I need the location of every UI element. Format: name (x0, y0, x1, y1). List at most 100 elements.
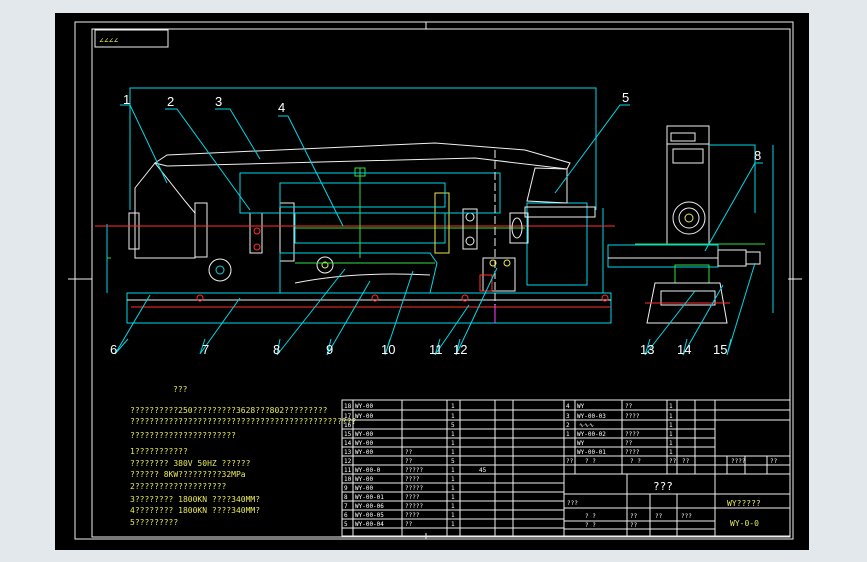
note-line: 1??????????? (130, 447, 188, 456)
bom-cell: WY-00 (355, 440, 373, 447)
bom-cell: 1 (669, 440, 673, 447)
balloon-9: 9 (326, 342, 333, 357)
bom-cell: 1 (669, 422, 673, 429)
bom-cell: WY-00-01 (577, 449, 606, 456)
balloon-13: 13 (640, 342, 654, 357)
balloon-2: 2 (167, 94, 174, 109)
side-window (672, 148, 704, 164)
title-mark: ?? (630, 522, 638, 529)
bom-cell: 11 (344, 467, 352, 474)
bom-cell: 16 (344, 422, 352, 429)
bom-cell: 1 (451, 512, 455, 519)
bom-header-cell: ???? (731, 458, 746, 465)
side-platform (607, 244, 719, 268)
side-assembly (607, 125, 774, 324)
note-line: ??????????250?????????3628???802????????… (130, 406, 328, 415)
side-wheel-hub (684, 213, 694, 223)
title-mark: ? ? (585, 522, 596, 529)
side-top-slot (670, 132, 696, 142)
base-frame (126, 292, 612, 324)
bom-table-left: 18 WY-00 1 17 WY-00 1 16 5 15 WY-00 1 14… (341, 399, 565, 537)
bom-cell: WY-00 (355, 403, 373, 410)
bom-cell: 9 (344, 485, 348, 492)
bom-cell: WY-00-04 (355, 521, 384, 528)
bom-header-cell: ?? (669, 458, 677, 465)
bom-cell: WY-00 (355, 449, 373, 456)
bom-cell: 12 (344, 458, 352, 465)
bom-cell: 8 (344, 494, 348, 501)
bom-cell: 1 (451, 494, 455, 501)
bom-cell: ?? (625, 403, 633, 410)
left-flange (194, 202, 208, 258)
bearing-bolt (465, 236, 475, 246)
title-mark: ? ? (585, 513, 596, 520)
title-mark: ?? (630, 513, 638, 520)
bom-cell: 15 (344, 431, 352, 438)
right-housing (526, 202, 588, 286)
balloon-14: 14 (677, 342, 691, 357)
right-housing-cap (524, 206, 596, 218)
drive-wheel-hub (215, 265, 225, 275)
bom-cell: ∿∿∿ (579, 422, 594, 429)
title-mark: ?? (655, 513, 663, 520)
note-line: 3???????? 1800KN ????340MM? (130, 495, 260, 504)
balloon-7: 7 (202, 342, 209, 357)
bom-cell: ?? (405, 521, 413, 528)
balloon-6: 6 (110, 342, 117, 357)
side-motor-end (745, 251, 761, 265)
note-line: 5????????? (130, 518, 178, 527)
title-mark: ??? (681, 513, 692, 520)
bom-header-cell: ? ? (585, 458, 596, 465)
bom-cell: ????? (405, 485, 423, 492)
bom-cell: 1 (451, 413, 455, 420)
bom-cell: ????? (405, 467, 423, 474)
bom-cell: WY-00-05 (355, 512, 384, 519)
bom-cell: WY-00 (355, 413, 373, 420)
bom-cell: WY (577, 403, 585, 410)
bom-cell: 13 (344, 449, 352, 456)
bom-cell: 3 (566, 413, 570, 420)
bom-cell: 1 (669, 403, 673, 410)
note-line: 2??????????????????? (130, 482, 227, 491)
bom-cell: 17 (344, 413, 352, 420)
balloon-1: 1 (123, 92, 130, 107)
bom-cell: 1 (669, 449, 673, 456)
dimension-line (129, 87, 597, 210)
balloon-4: 4 (278, 100, 285, 115)
balloon-11: 11 (429, 342, 443, 357)
bom-cell: 5 (451, 458, 455, 465)
bom-cell: 10 (344, 476, 352, 483)
bom-cell: ???? (405, 476, 420, 483)
balloon-15: 15 (713, 342, 727, 357)
bom-cell: 1 (451, 503, 455, 510)
bom-header-cell: ?? (566, 458, 574, 465)
drawing-name: ??? (653, 480, 673, 493)
bearing-bolt (465, 212, 475, 222)
note-line: ?????? 8KW?????????32MPa (130, 470, 246, 479)
bom-cell: WY-00-0 (355, 467, 381, 474)
notes-heading: ??? (173, 385, 188, 394)
carriage-inner (279, 182, 446, 208)
bom-cell: WY-00 (355, 476, 373, 483)
bom-cell: WY-00 (355, 431, 373, 438)
bom-cell: ???? (405, 494, 420, 501)
bom-cell: WY-00-06 (355, 503, 384, 510)
project-name: WY????? (727, 499, 761, 508)
coupling-right (279, 202, 295, 262)
note-line: ????????????????????????????????????????… (130, 417, 357, 426)
drive-wheel (208, 258, 232, 282)
bom-cell: 7 (344, 503, 348, 510)
bom-cell: 4 (566, 403, 570, 410)
bom-cell: 1 (451, 431, 455, 438)
bom-cell: ?? (405, 449, 413, 456)
bom-cell: 1 (451, 485, 455, 492)
bom-cell: 1 (566, 431, 570, 438)
bom-cell: 1 (669, 413, 673, 420)
bom-cell: 45 (479, 467, 487, 474)
notes-block: ??????????250?????????3628???802????????… (130, 406, 357, 527)
balloon-8-side: 8 (754, 148, 761, 163)
bom-cell: 1 (451, 440, 455, 447)
corner-marks: ∠∠∠∠ (99, 36, 118, 45)
bom-cell: 14 (344, 440, 352, 447)
bearing-block (462, 208, 478, 250)
